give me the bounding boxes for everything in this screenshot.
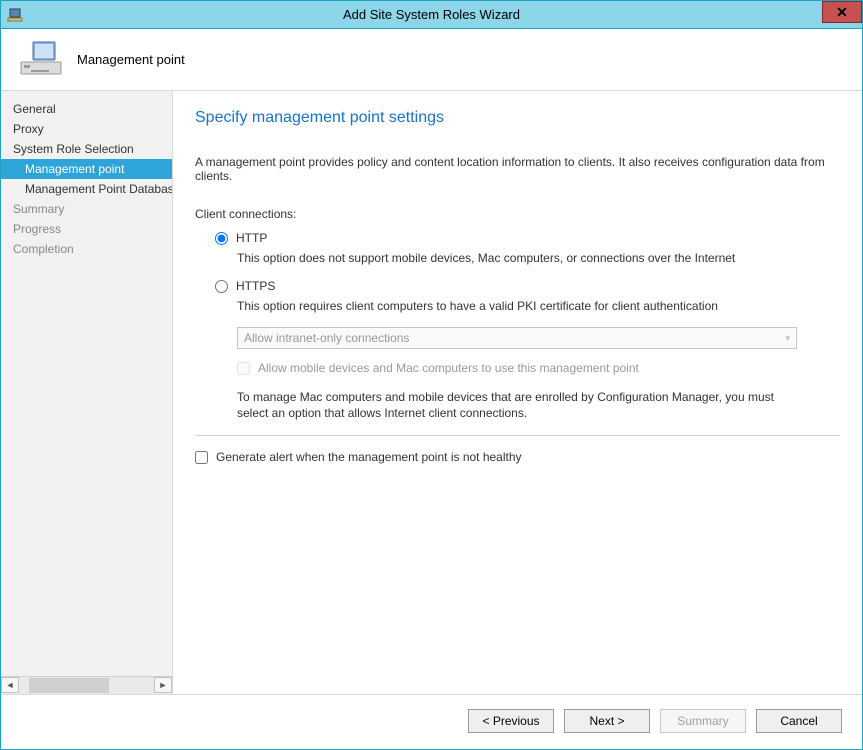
- generate-alert-checkbox-row[interactable]: Generate alert when the management point…: [195, 450, 840, 464]
- content-panel: Specify management point settings A mana…: [173, 91, 862, 694]
- select-value: Allow intranet-only connections: [244, 331, 409, 345]
- radio-https-label: HTTPS: [236, 279, 275, 293]
- previous-button[interactable]: < Previous: [468, 709, 554, 733]
- wizard-nav-sidebar: General Proxy System Role Selection Mana…: [1, 91, 173, 694]
- sidebar-item-management-point-database[interactable]: Management Point Database: [1, 179, 172, 199]
- radio-http[interactable]: [215, 232, 228, 245]
- sidebar-item-management-point[interactable]: Management point: [1, 159, 172, 179]
- next-button[interactable]: Next >: [564, 709, 650, 733]
- scroll-left-button[interactable]: ◄: [1, 677, 19, 693]
- chevron-down-icon: ▾: [785, 333, 790, 344]
- sidebar-item-proxy[interactable]: Proxy: [1, 119, 172, 139]
- page-title: Specify management point settings: [195, 109, 840, 127]
- scroll-thumb[interactable]: [29, 678, 109, 693]
- summary-button: Summary: [660, 709, 746, 733]
- radio-http-desc: This option does not support mobile devi…: [195, 251, 840, 265]
- radio-https-desc: This option requires client computers to…: [195, 299, 840, 313]
- sidebar-item-system-role-selection[interactable]: System Role Selection: [1, 139, 172, 159]
- header-strip: Management point: [1, 29, 862, 91]
- radio-https[interactable]: [215, 280, 228, 293]
- sidebar-item-label: Management Point Database: [25, 182, 172, 196]
- sidebar-item-label: Summary: [13, 202, 64, 216]
- sidebar-item-general[interactable]: General: [1, 99, 172, 119]
- wizard-footer: < Previous Next > Summary Cancel: [1, 695, 862, 747]
- sidebar-item-label: General: [13, 102, 56, 116]
- sidebar-item-completion[interactable]: Completion: [1, 239, 172, 259]
- divider: [195, 435, 840, 436]
- info-text: To manage Mac computers and mobile devic…: [195, 389, 775, 421]
- radio-https-row[interactable]: HTTPS: [195, 279, 840, 293]
- sidebar-item-label: Management point: [25, 162, 124, 176]
- titlebar: Add Site System Roles Wizard ✕: [1, 1, 862, 29]
- sidebar-item-summary[interactable]: Summary: [1, 199, 172, 219]
- radio-http-label: HTTP: [236, 231, 267, 245]
- cancel-button[interactable]: Cancel: [756, 709, 842, 733]
- generate-alert-label: Generate alert when the management point…: [216, 450, 522, 464]
- client-connections-label: Client connections:: [195, 207, 840, 221]
- allow-mobile-label: Allow mobile devices and Mac computers t…: [258, 361, 639, 375]
- sidebar-item-label: Proxy: [13, 122, 44, 136]
- intro-text: A management point provides policy and c…: [195, 155, 840, 183]
- close-icon: ✕: [836, 4, 848, 21]
- header-label: Management point: [77, 52, 185, 67]
- generate-alert-checkbox[interactable]: [195, 451, 208, 464]
- window-title: Add Site System Roles Wizard: [1, 7, 862, 22]
- sidebar-item-progress[interactable]: Progress: [1, 219, 172, 239]
- connection-type-select: Allow intranet-only connections ▾: [237, 327, 797, 349]
- radio-http-row[interactable]: HTTP: [195, 231, 840, 245]
- scroll-right-button[interactable]: ►: [154, 677, 172, 693]
- sidebar-item-label: Completion: [13, 242, 74, 256]
- sidebar-scrollbar[interactable]: ◄ ►: [1, 676, 172, 694]
- sidebar-item-label: System Role Selection: [13, 142, 134, 156]
- window-close-button[interactable]: ✕: [822, 1, 862, 23]
- app-icon: [7, 7, 23, 23]
- sidebar-item-label: Progress: [13, 222, 61, 236]
- computer-icon: [19, 40, 63, 80]
- scroll-track[interactable]: [19, 677, 154, 694]
- allow-mobile-checkbox-row: Allow mobile devices and Mac computers t…: [195, 361, 840, 375]
- allow-mobile-checkbox: [237, 362, 250, 375]
